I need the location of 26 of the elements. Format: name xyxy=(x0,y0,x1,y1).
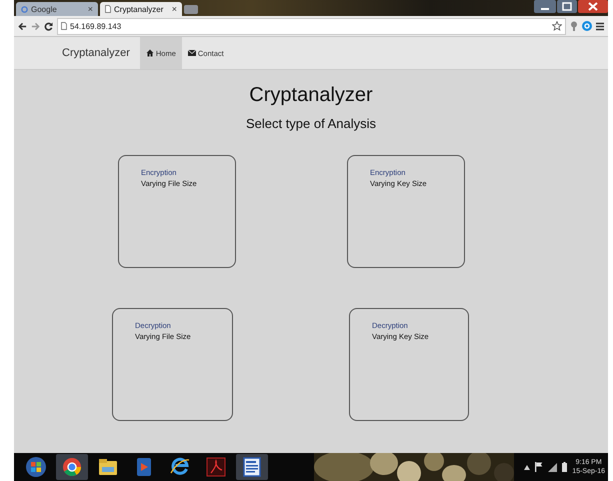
chrome-taskbar-icon[interactable] xyxy=(56,454,88,480)
page-icon xyxy=(105,5,111,13)
show-hidden-icons-icon[interactable] xyxy=(524,464,530,470)
close-icon[interactable] xyxy=(578,0,608,13)
reload-icon[interactable] xyxy=(44,22,53,30)
document-taskbar-icon[interactable] xyxy=(236,454,268,480)
home-icon xyxy=(146,49,154,57)
battery-icon[interactable] xyxy=(562,462,568,472)
page-title: Cryptanalyzer xyxy=(249,84,373,107)
page-subtitle: Select type of Analysis xyxy=(246,116,376,131)
close-tab-button[interactable]: × xyxy=(172,4,177,14)
extension-icon[interactable] xyxy=(570,21,578,31)
flag-icon[interactable] xyxy=(535,462,544,472)
close-tab-button[interactable]: × xyxy=(88,4,93,14)
browser-tab[interactable]: Cryptanalyzer × xyxy=(100,2,182,16)
address-bar[interactable]: 54.169.89.143 xyxy=(57,18,566,34)
minimize-icon[interactable] xyxy=(534,0,556,13)
signal-icon[interactable] xyxy=(548,462,558,472)
browser-tab[interactable]: Google × xyxy=(16,2,98,16)
menu-icon[interactable] xyxy=(596,22,604,30)
envelope-icon xyxy=(188,50,196,56)
star-icon[interactable] xyxy=(552,21,562,31)
brand-link[interactable]: Cryptanalyzer xyxy=(62,47,130,59)
page-icon xyxy=(61,22,67,30)
back-icon[interactable] xyxy=(18,22,27,30)
maximize-icon[interactable] xyxy=(557,0,577,13)
